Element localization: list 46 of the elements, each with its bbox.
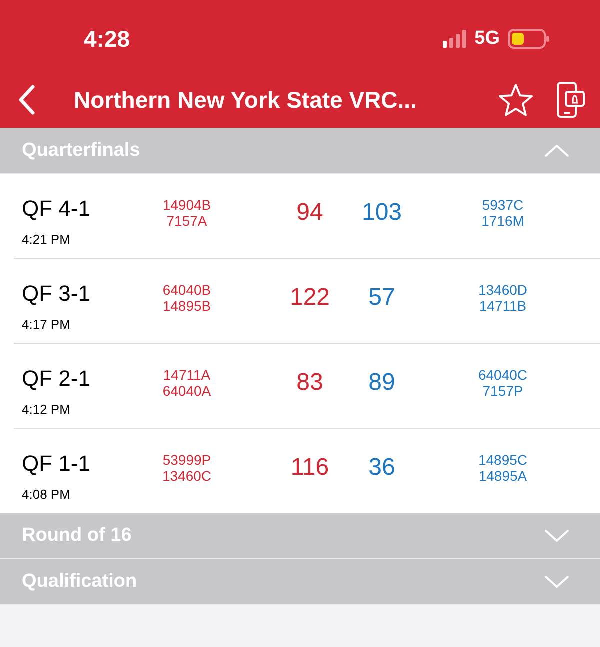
away-alliance-score: 57	[368, 284, 396, 312]
home-alliance-team-number: 14904B	[162, 197, 212, 213]
away-alliance-score: 89	[368, 369, 396, 397]
section-header[interactable]: Qualification	[0, 559, 600, 605]
home-alliance-score: 116	[290, 454, 330, 482]
away-alliance-team-number: 14895C	[478, 452, 528, 468]
chevron-down-icon	[544, 574, 570, 588]
match-time: 4:12 PM	[22, 402, 72, 416]
home-alliance-score: 83	[296, 369, 324, 397]
away-alliance-team-number: 14711B	[479, 298, 527, 314]
home-alliance-team-number: 53999P	[162, 452, 212, 468]
battery-icon	[508, 29, 550, 49]
match-name: QF 1-1	[22, 450, 92, 476]
home-alliance-score: 94	[296, 199, 324, 227]
home-alliance-team-number: 14895B	[162, 298, 212, 314]
away-alliance-team-number: 7157P	[482, 383, 524, 399]
star-icon[interactable]	[498, 83, 534, 117]
back-icon[interactable]	[18, 84, 36, 116]
section-header[interactable]: Quarterfinals	[0, 128, 600, 174]
match-name: QF 4-1	[22, 196, 92, 222]
home-alliance-score: 122	[288, 284, 332, 312]
network-label: 5G	[474, 28, 500, 50]
away-alliance-team-number: 64040C	[478, 367, 528, 383]
chevron-up-icon	[544, 144, 570, 158]
section-header[interactable]: Round of 16	[0, 513, 600, 559]
match-time: 4:08 PM	[22, 486, 72, 502]
away-alliance-score: 103	[360, 199, 404, 227]
away-alliance-team-number: 1716M	[482, 213, 524, 229]
away-alliance-score: 36	[368, 454, 396, 482]
home-alliance-team-number: 64040A	[162, 383, 212, 399]
home-alliance-team-number: 64040B	[162, 282, 212, 298]
home-alliance-team-number: 7157A	[166, 213, 208, 229]
chevron-down-icon	[544, 528, 570, 542]
status-time: 4:28	[84, 26, 130, 52]
away-alliance-team-number: 14895A	[478, 468, 528, 484]
away-alliance-team-number: 5937C	[482, 197, 524, 213]
home-alliance-team-number: 14711A	[163, 367, 211, 383]
match-time: 4:21 PM	[22, 232, 72, 246]
match-name: QF 3-1	[22, 280, 92, 306]
match-time: 4:17 PM	[22, 316, 72, 332]
away-alliance-team-number: 13460D	[478, 282, 528, 298]
nav-title: Northern New York State VRC...	[74, 86, 418, 114]
home-alliance-team-number: 13460C	[162, 468, 212, 484]
signal-icon	[442, 30, 467, 48]
phone-notification-icon[interactable]	[556, 82, 586, 118]
match-name: QF 2-1	[22, 366, 92, 392]
